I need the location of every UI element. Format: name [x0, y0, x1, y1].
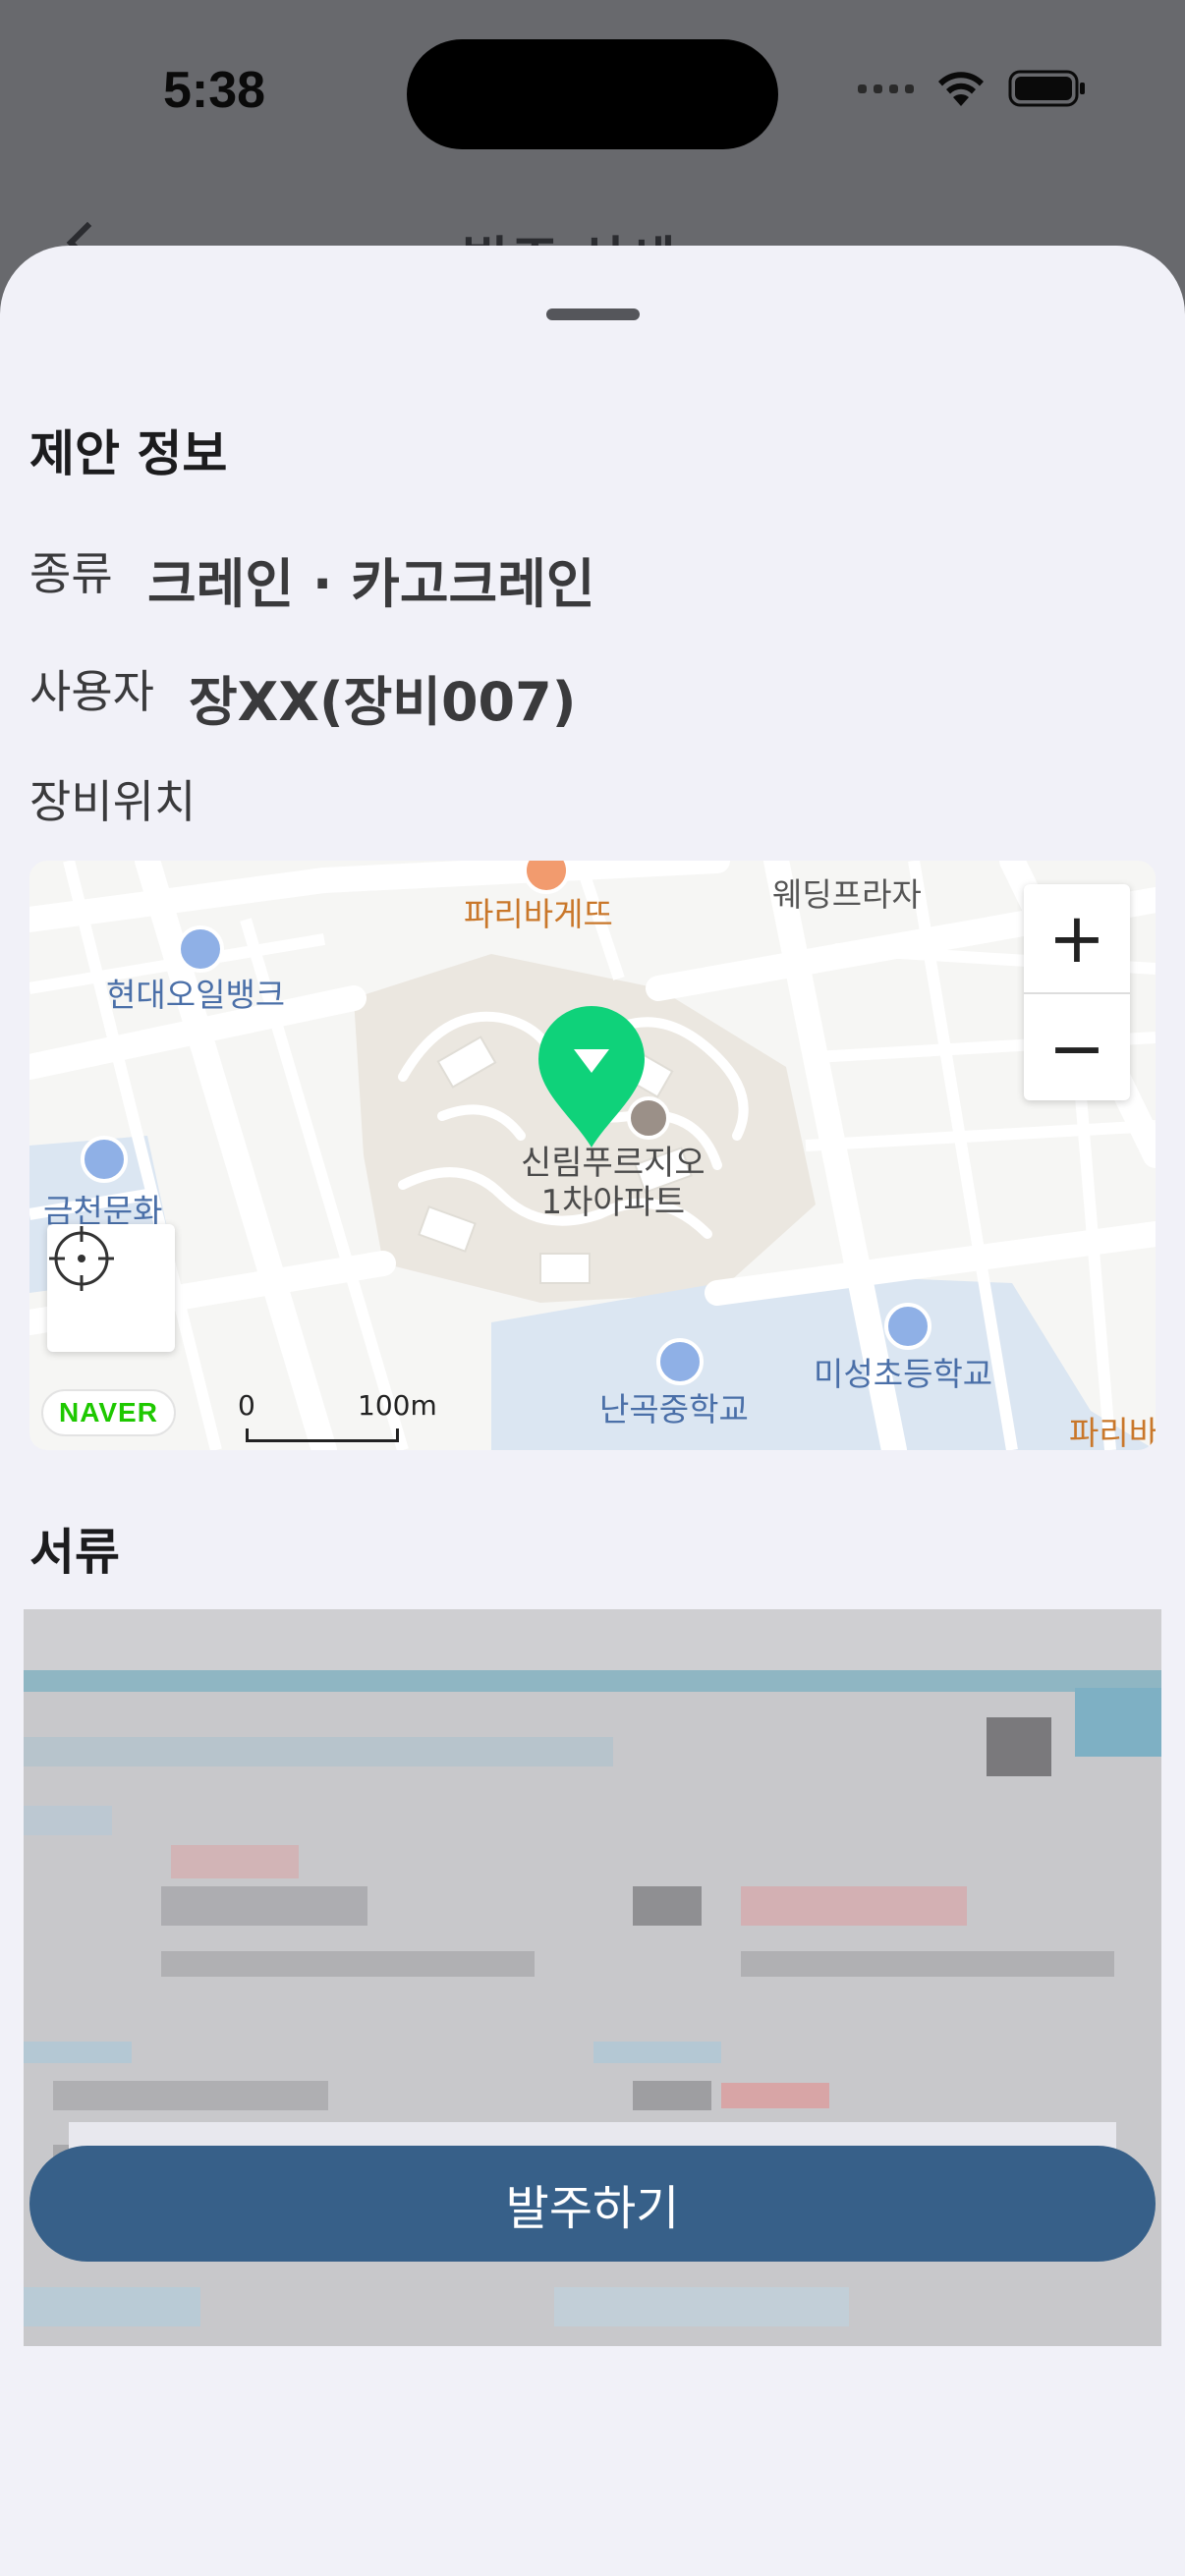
- map-label-oil-bank: 현대오일뱅크: [106, 976, 286, 1014]
- crosshair-icon: [49, 1226, 114, 1291]
- wifi-icon: [938, 72, 984, 106]
- location-label: 장비위치: [29, 775, 197, 828]
- battery-icon: [1008, 70, 1085, 107]
- naver-logo: NAVER: [41, 1389, 176, 1436]
- user-value: 장XX(장비007): [189, 671, 577, 733]
- school-icon[interactable]: [656, 1338, 704, 1385]
- gas-station-icon[interactable]: [177, 925, 224, 973]
- map-label-bakery: 파리바게뜨: [464, 895, 613, 933]
- type-label: 종류: [29, 547, 113, 600]
- dynamic-island: [407, 39, 778, 149]
- map-label-wedding: 웨딩프라자: [772, 875, 922, 914]
- school-icon[interactable]: [884, 1303, 931, 1350]
- current-location-button[interactable]: [47, 1224, 175, 1352]
- scale-end: 100m: [358, 1389, 437, 1422]
- sheet-grabber[interactable]: [546, 308, 640, 320]
- proposal-info-title: 제안 정보: [29, 425, 228, 482]
- map-label-bakery-right: 파리바: [1069, 1414, 1156, 1450]
- map-zoom-controls: + −: [1024, 884, 1130, 1100]
- zoom-in-button[interactable]: +: [1024, 884, 1130, 992]
- proposal-detail-sheet: 제안 정보 종류 크레인 · 카고크레인 사용자 장XX(장비007) 장비위치: [0, 246, 1185, 2576]
- type-value: 크레인 · 카고크레인: [147, 553, 595, 615]
- scale-start: 0: [238, 1389, 255, 1422]
- equipment-location-map[interactable]: 현대오일뱅크 파리바게뜨 웨딩프라자 금천문화 신림푸르지오 1차아파트 미성초…: [29, 861, 1156, 1450]
- scale-bar: [246, 1428, 399, 1442]
- location-marker-icon[interactable]: [535, 1002, 649, 1149]
- culture-center-icon[interactable]: [81, 1136, 128, 1183]
- status-icons: [858, 69, 1087, 108]
- order-button[interactable]: 발주하기: [29, 2146, 1156, 2262]
- map-scale: 0 100m: [236, 1389, 437, 1448]
- map-label-apartment: 신림푸르지오 1차아파트: [521, 1144, 705, 1222]
- zoom-out-button[interactable]: −: [1024, 994, 1130, 1102]
- documents-title: 서류: [29, 1524, 120, 1581]
- map-label-misung-school: 미성초등학교: [814, 1355, 993, 1393]
- cellular-signal-icon: [858, 84, 914, 93]
- status-time: 5:38: [163, 62, 266, 119]
- map-label-nangok-school: 난곡중학교: [599, 1390, 749, 1428]
- user-label: 사용자: [29, 665, 154, 718]
